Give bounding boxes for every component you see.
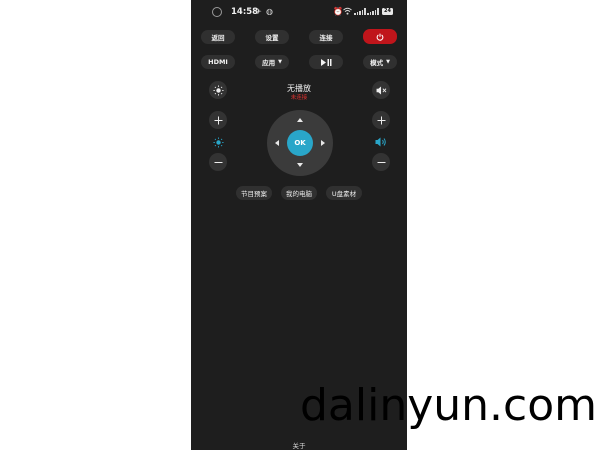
volume-icon (375, 137, 386, 147)
plus-icon (377, 116, 385, 124)
chevron-down-icon: ▼ (278, 59, 282, 65)
status-time: 14:58 (231, 7, 259, 17)
hdmi-button[interactable]: HDMI (201, 55, 235, 69)
program-preview-label: 节目预案 (241, 190, 267, 198)
dpad-up-arrow-icon[interactable] (297, 118, 303, 122)
camera-dot-icon (212, 7, 222, 17)
dpad: OK (267, 110, 333, 176)
volume-down-button[interactable] (372, 153, 390, 171)
mute-icon (376, 85, 386, 95)
dpad-down-arrow-icon[interactable] (297, 163, 303, 167)
play-pause-button[interactable] (309, 55, 343, 69)
apps-label: 应用 (262, 59, 276, 67)
connect-button[interactable]: 连接 (309, 30, 343, 44)
plus-icon (214, 116, 222, 124)
chevron-down-icon: ▼ (386, 59, 390, 65)
mode-label: 模式 (370, 59, 384, 67)
brightness-down-button[interactable] (209, 153, 227, 171)
usb-material-label: U盘素材 (331, 190, 357, 198)
airplane-icon: ✈ (255, 7, 262, 16)
wifi-icon (343, 7, 352, 17)
apps-dropdown[interactable]: 应用 ▼ (255, 55, 289, 69)
ok-button[interactable]: OK (287, 130, 313, 156)
brightness-level (210, 135, 226, 149)
mute-button[interactable] (372, 81, 390, 99)
hdmi-label: HDMI (208, 58, 228, 66)
program-preview-button[interactable]: 节目预案 (236, 186, 272, 200)
volume-level (373, 135, 389, 149)
usb-material-button[interactable]: U盘素材 (326, 186, 362, 200)
power-button[interactable] (363, 29, 397, 44)
settings-button[interactable]: 设置 (255, 30, 289, 44)
brightness-up-button[interactable] (209, 111, 227, 129)
minus-icon (377, 161, 385, 163)
signal-icon (367, 8, 379, 15)
connect-label: 连接 (319, 34, 333, 42)
status-bar: 14:58 ✈ ◍ ⏰ 24 (191, 0, 407, 24)
play-pause-icon (320, 58, 331, 66)
power-icon (376, 33, 384, 41)
volume-up-button[interactable] (372, 111, 390, 129)
minus-icon (214, 161, 222, 163)
watermark: dalinyun.com (300, 380, 597, 431)
about-link[interactable]: 关于 (191, 440, 407, 450)
sync-icon: ◍ (266, 7, 273, 16)
ok-label: OK (294, 139, 306, 147)
my-computer-label: 我的电脑 (286, 190, 312, 198)
back-label: 返回 (211, 34, 225, 42)
alarm-icon: ⏰ (333, 7, 343, 16)
signal-icon (354, 8, 366, 15)
mode-dropdown[interactable]: 模式 ▼ (363, 55, 397, 69)
battery-icon: 24 (382, 8, 393, 15)
brightness-icon (212, 136, 224, 148)
dpad-left-arrow-icon[interactable] (275, 140, 279, 146)
settings-label: 设置 (265, 34, 279, 42)
back-button[interactable]: 返回 (201, 30, 235, 44)
my-computer-button[interactable]: 我的电脑 (281, 186, 317, 200)
dpad-right-arrow-icon[interactable] (321, 140, 325, 146)
